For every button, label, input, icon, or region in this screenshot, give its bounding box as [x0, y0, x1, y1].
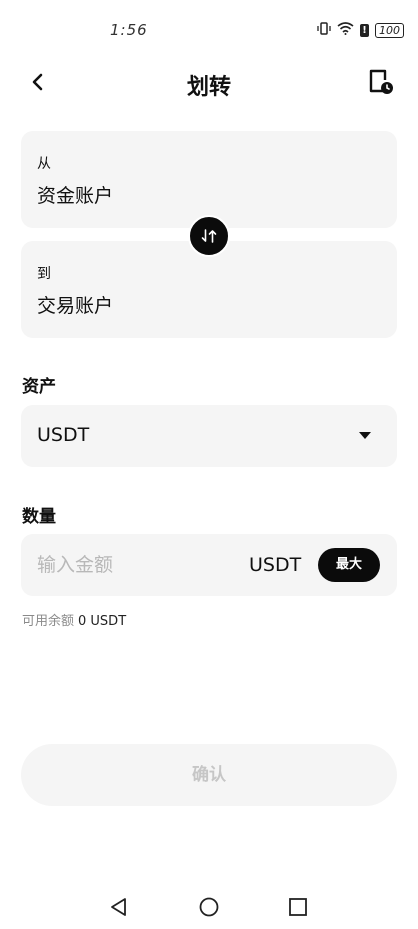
- system-nav-bar: [0, 880, 418, 929]
- asset-selected-value: USDT: [37, 424, 90, 446]
- swap-accounts-button[interactable]: [188, 215, 230, 257]
- from-account-card[interactable]: 从 资金账户: [21, 131, 397, 228]
- max-button[interactable]: 最大: [318, 548, 380, 582]
- from-account-value: 资金账户: [37, 185, 114, 207]
- nav-home-button[interactable]: [198, 896, 220, 922]
- available-balance-value: 0 USDT: [78, 614, 127, 629]
- vibrate-icon: [317, 22, 331, 38]
- amount-label: 数量: [22, 507, 56, 527]
- confirm-button[interactable]: 确认: [21, 744, 397, 806]
- nav-home-icon: [199, 897, 219, 917]
- to-account-value: 交易账户: [37, 295, 114, 317]
- status-icons: ! 100: [317, 22, 404, 38]
- asset-select[interactable]: USDT: [21, 405, 397, 467]
- nav-recents-button[interactable]: [287, 896, 309, 922]
- amount-input[interactable]: [37, 550, 237, 580]
- asset-label: 资产: [22, 377, 56, 397]
- battery-icon: 100: [375, 22, 404, 38]
- nav-recents-icon: [289, 898, 307, 916]
- nav-back-button[interactable]: [108, 896, 130, 922]
- header: 划转: [0, 60, 418, 106]
- available-balance-label: 可用余额: [22, 614, 75, 629]
- available-balance: 可用余额 0 USDT: [22, 610, 126, 629]
- alert-icon: !: [360, 23, 369, 37]
- to-label: 到: [37, 266, 51, 282]
- amount-unit: USDT: [249, 554, 302, 576]
- status-bar: 1:56 ! 100: [0, 0, 418, 60]
- status-time: 1:56: [110, 21, 148, 39]
- page-title: 划转: [186, 75, 231, 100]
- swap-icon: [201, 229, 217, 243]
- transfer-record-button[interactable]: [368, 68, 394, 96]
- wifi-icon: [337, 22, 354, 38]
- transfer-record-icon: [369, 69, 393, 94]
- from-label: 从: [37, 156, 51, 172]
- nav-back-icon: [111, 898, 126, 916]
- dropdown-arrow-icon: [359, 432, 371, 439]
- amount-field: USDT 最大: [21, 534, 397, 596]
